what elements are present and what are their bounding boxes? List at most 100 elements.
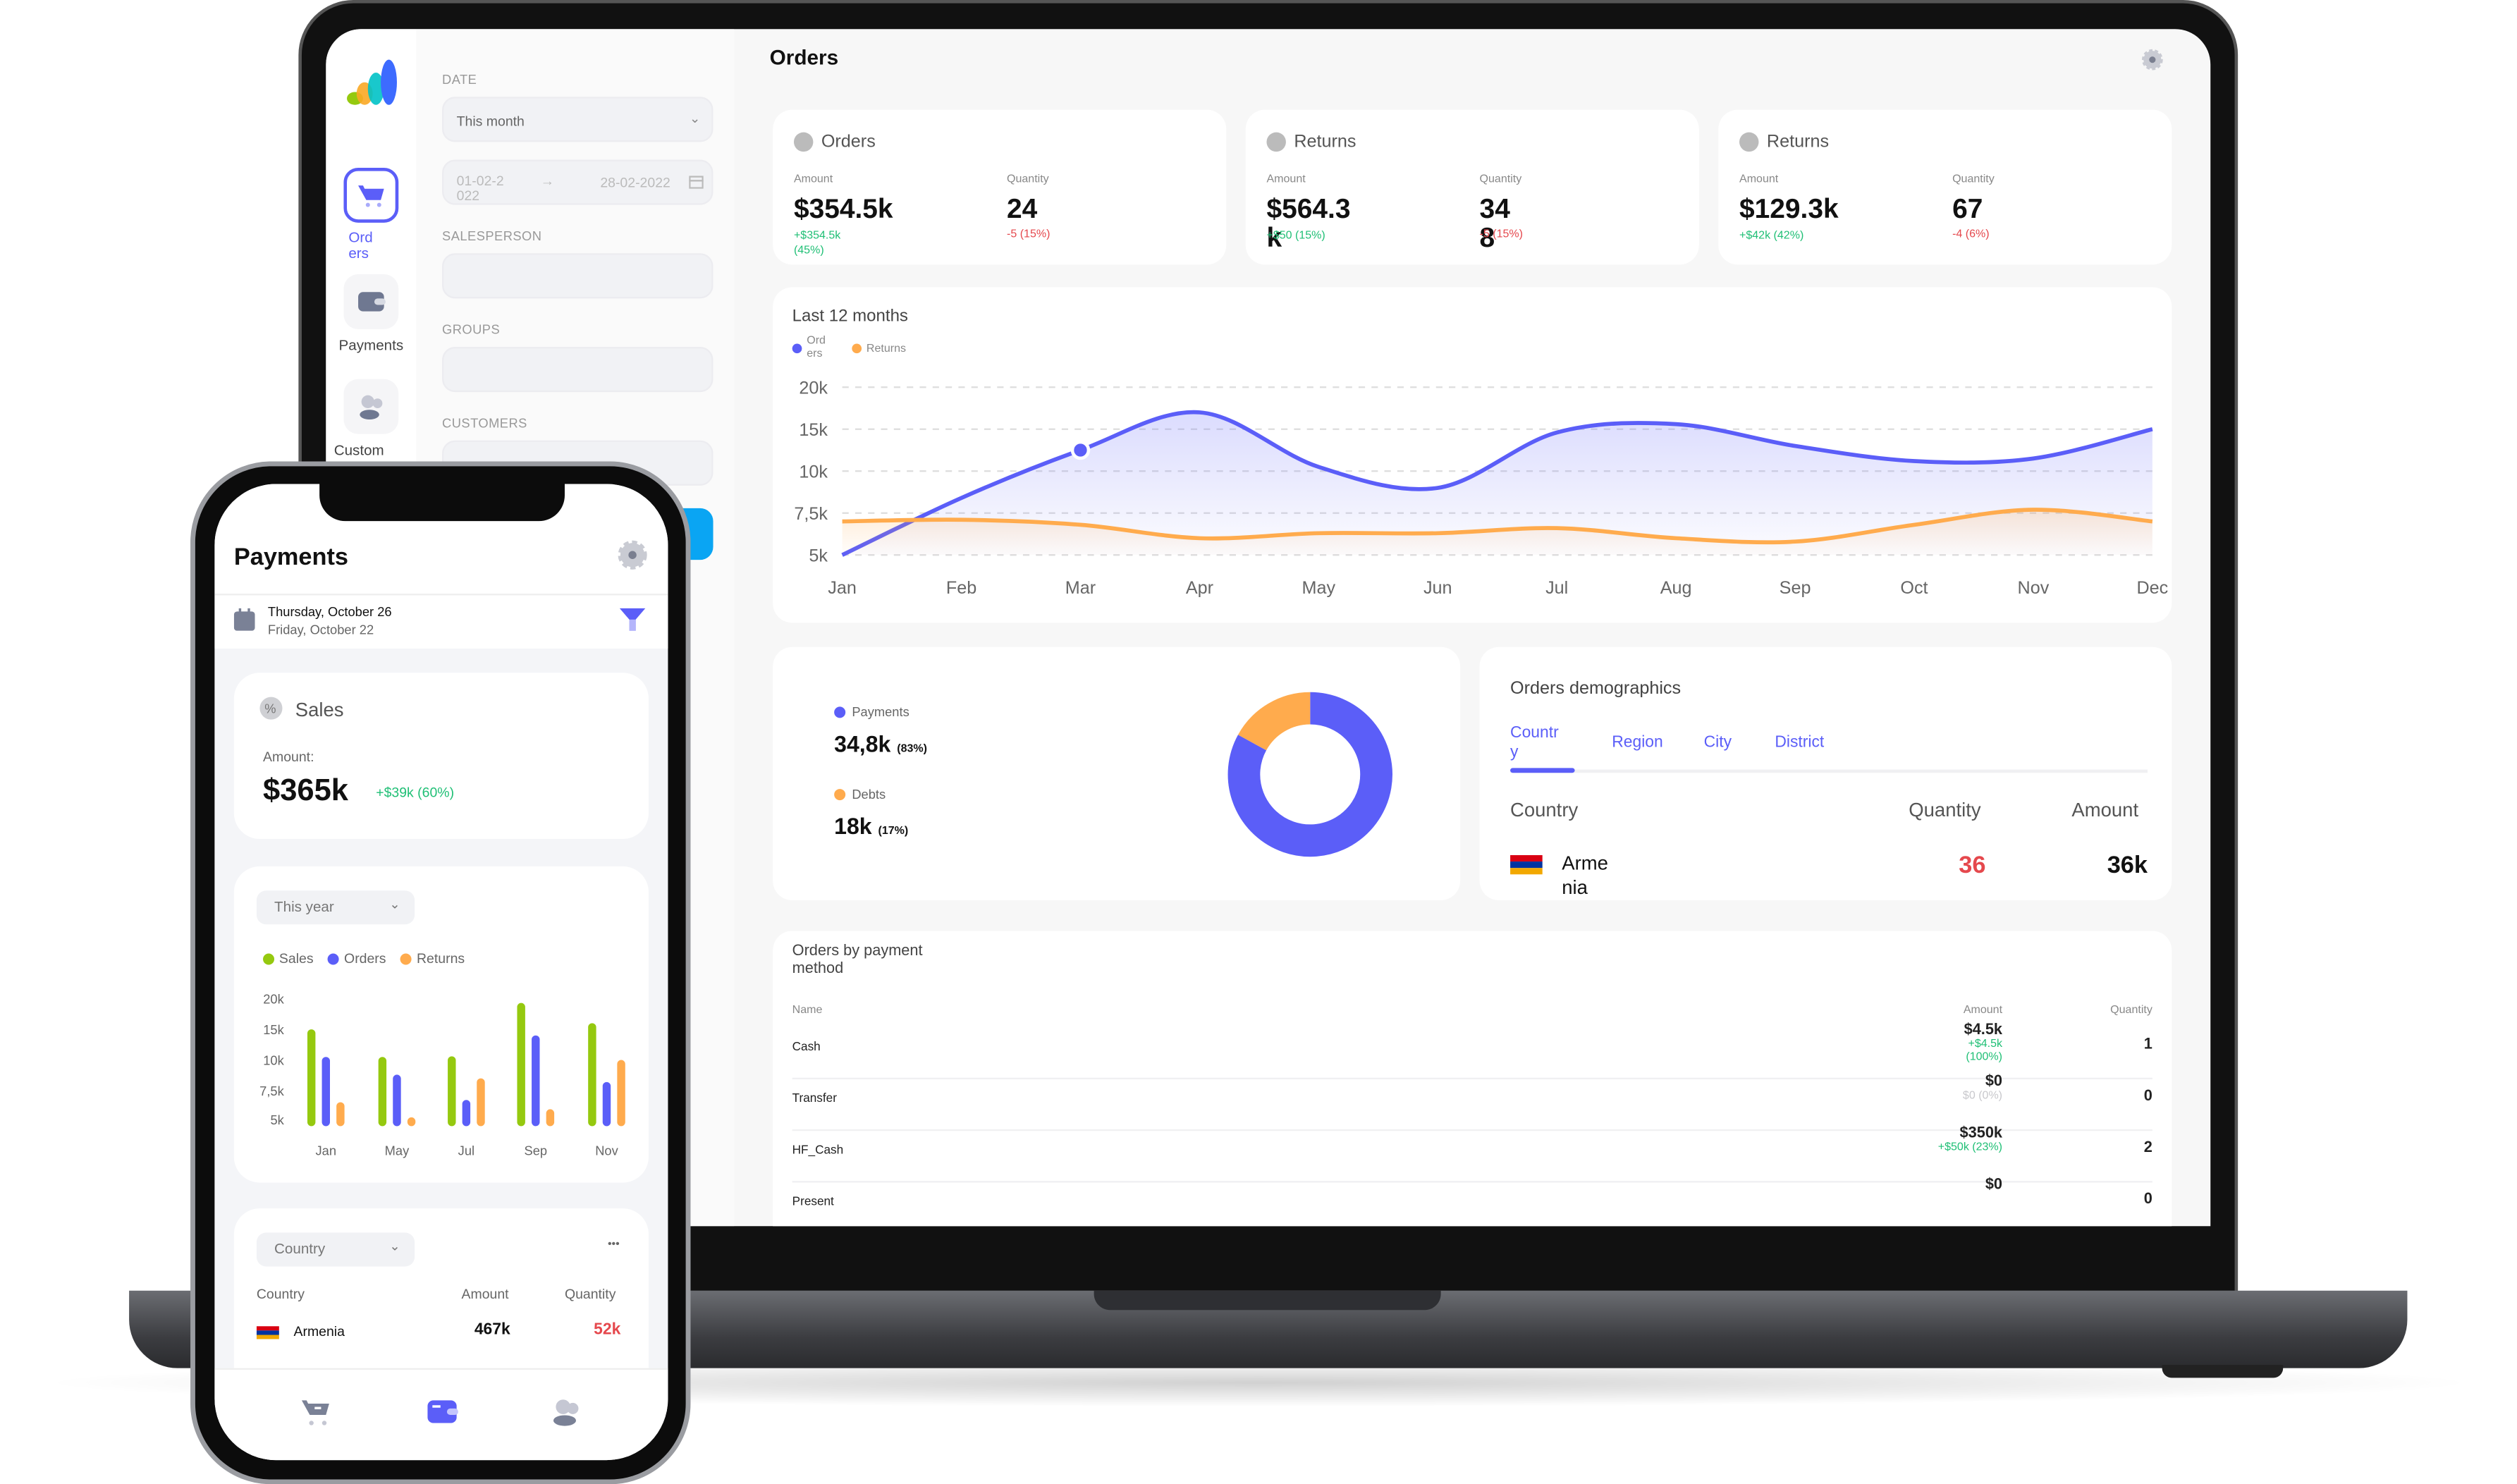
demographics-title: Orders demographics xyxy=(1510,679,1682,699)
sidebar-label-orders: Orders xyxy=(348,228,373,262)
bar-sales[interactable] xyxy=(378,1057,387,1127)
method-quantity: 0 xyxy=(2143,1087,2152,1105)
sidebar-label-customers: Custom xyxy=(333,442,384,458)
table-row[interactable]: Transfer $0 $0 (0%) 0 xyxy=(792,1073,2152,1132)
tab-country[interactable]: Country xyxy=(1510,725,1559,764)
tab-city[interactable]: City xyxy=(1704,734,1732,752)
table-row[interactable]: HF_Cash $350k +$50k (23%) 2 xyxy=(792,1124,2152,1183)
highlight-point[interactable] xyxy=(1070,440,1091,460)
laptop-foot xyxy=(2162,1365,2284,1378)
table-row[interactable]: Present $0 0 xyxy=(792,1176,2152,1226)
tab-region[interactable]: Region xyxy=(1612,734,1663,752)
bar-sales[interactable] xyxy=(517,1002,525,1127)
method-amount: $4.5k xyxy=(1964,1021,2003,1039)
salesperson-input[interactable] xyxy=(442,253,714,299)
table-row[interactable]: Cash $4.5k +$4.5k (100%) 1 xyxy=(792,1022,2152,1080)
bar-sales[interactable] xyxy=(588,1023,596,1127)
country-name: Armenia xyxy=(293,1323,345,1339)
sales-amount: $365k xyxy=(263,774,348,809)
tab-district[interactable]: District xyxy=(1775,734,1824,752)
col-name: Name xyxy=(792,1005,823,1017)
quantity-value: 67 xyxy=(1952,193,1983,225)
amount-label: Amount: xyxy=(263,748,314,765)
x-tick-label: Jan xyxy=(316,1143,337,1158)
y-tick-label: 10k xyxy=(799,462,828,482)
payment-value: 34,8k (83%) xyxy=(834,730,928,757)
amount-value: $354.5k xyxy=(793,193,893,225)
legend-debts: Debts xyxy=(834,787,886,802)
sales-title: Sales xyxy=(295,698,344,721)
x-tick-label: May xyxy=(385,1143,410,1158)
last-12-months-card: Last 12 months Orders Returns 20k 15k 10k 7… xyxy=(773,287,2172,623)
bar-returns[interactable] xyxy=(477,1078,485,1127)
bar-orders[interactable] xyxy=(532,1035,540,1127)
method-name: Cash xyxy=(792,1038,821,1054)
y-tick-label: 20k xyxy=(799,378,828,398)
date-select-value: This month xyxy=(456,113,525,130)
quantity-delta: -5 (15%) xyxy=(1007,228,1051,240)
line-chart[interactable]: 20k 15k 10k 7,5k 5kJan Feb Mar Apr May Jun Jul Aug S… xyxy=(773,287,2172,623)
quantity-value: 348 xyxy=(1479,193,1510,254)
date-select[interactable]: This month ⌄ xyxy=(442,97,714,142)
arrow-icon: → xyxy=(540,172,555,189)
quantity-value: 36 xyxy=(1959,852,1986,880)
customers-label: CUSTOMERS xyxy=(442,416,527,431)
x-tick-label: Jul xyxy=(458,1143,474,1158)
quantity-label: Quantity xyxy=(1479,174,1522,186)
donut-chart[interactable] xyxy=(1225,689,1396,860)
sales-card: % Sales Amount: $365k +$39k (60%) xyxy=(233,673,649,840)
bar-orders[interactable] xyxy=(321,1057,330,1127)
bar-returns[interactable] xyxy=(336,1102,345,1127)
bar-returns[interactable] xyxy=(407,1117,416,1127)
date-range-input[interactable]: 01-02-2022 → 28-02-2022 xyxy=(442,159,714,205)
col-amount: Amount xyxy=(461,1285,509,1302)
x-tick-label: Jun xyxy=(1423,578,1452,598)
gear-icon[interactable] xyxy=(616,539,649,571)
amount-delta: +$50 (15%) xyxy=(1266,231,1325,243)
bar-returns[interactable] xyxy=(546,1109,555,1127)
bar-returns[interactable] xyxy=(617,1060,625,1127)
quantity-delta: -4 (6%) xyxy=(1952,228,1990,240)
card-title: Orders xyxy=(793,132,876,152)
sidebar-item-payments[interactable] xyxy=(343,274,399,329)
summary-card[interactable]: Returns Amount $129.3k +$42k (42%) Quant… xyxy=(1718,109,2172,265)
country-select[interactable]: Country ⌄ xyxy=(256,1232,415,1267)
bar-chart[interactable]: 20k 15k 10k 7,5k 5k Jan May Jul Sep Nov xyxy=(234,866,649,1183)
amount-label: Amount xyxy=(793,174,833,186)
x-tick-label: Sep xyxy=(525,1143,548,1158)
orders-demographics-card: Orders demographics Country Region City … xyxy=(1479,646,2172,900)
bar-sales[interactable] xyxy=(307,1029,316,1127)
method-quantity: 1 xyxy=(2143,1036,2152,1054)
summary-card[interactable]: Orders Amount $354.5k +$354.5k (45%) Qua… xyxy=(773,109,1227,265)
sidebar-item-orders[interactable] xyxy=(343,168,399,223)
quantity-value: 24 xyxy=(1007,193,1038,225)
gear-icon[interactable] xyxy=(2141,49,2164,71)
users-icon[interactable] xyxy=(550,1397,582,1426)
date-secondary: Friday, October 22 xyxy=(267,623,374,637)
y-tick-label: 5k xyxy=(809,546,828,565)
bar-orders[interactable] xyxy=(462,1100,471,1127)
calendar-icon[interactable] xyxy=(233,608,255,631)
y-tick-label: 15k xyxy=(263,1022,284,1037)
summary-card[interactable]: Returns Amount $564.3k +$50 (15%) Quanti… xyxy=(1245,109,1699,265)
col-country: Country xyxy=(256,1285,305,1302)
x-tick-label: Oct xyxy=(1900,578,1928,598)
wallet-icon[interactable] xyxy=(426,1399,458,1425)
x-tick-label: Nov xyxy=(595,1143,618,1158)
y-tick-label: 5k xyxy=(270,1112,284,1127)
cart-icon[interactable] xyxy=(300,1397,333,1426)
col-quantity: Quantity xyxy=(564,1285,616,1302)
bar-orders[interactable] xyxy=(602,1081,611,1127)
date-label: DATE xyxy=(442,72,477,87)
more-icon[interactable]: ••• xyxy=(608,1239,620,1251)
compass-icon xyxy=(1739,132,1759,152)
payment-value: 18k (17%) xyxy=(834,813,909,840)
sidebar-item-customers[interactable] xyxy=(343,379,399,434)
slice-debts[interactable] xyxy=(1237,692,1311,752)
bar-orders[interactable] xyxy=(393,1074,401,1127)
groups-input[interactable] xyxy=(442,347,714,393)
amount-value: $129.3k xyxy=(1739,193,1839,225)
payment-method-card: Orders by payment method Name Amount Qua… xyxy=(773,931,2172,1227)
filter-icon[interactable] xyxy=(619,608,646,631)
bar-sales[interactable] xyxy=(448,1056,456,1127)
